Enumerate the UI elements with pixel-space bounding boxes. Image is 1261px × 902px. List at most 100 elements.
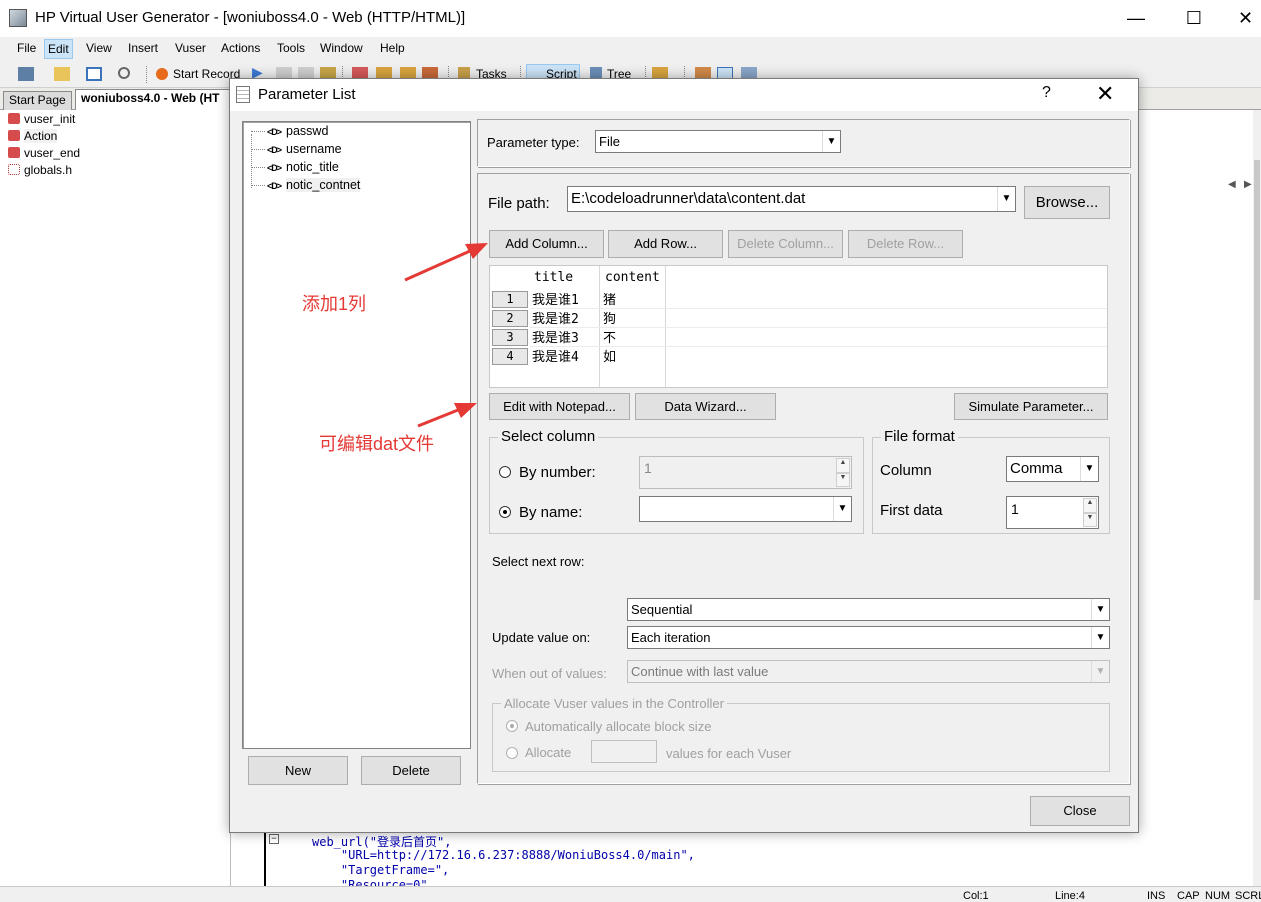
table-cell-title[interactable]: 我是谁1 — [532, 289, 579, 308]
parameter-type-select[interactable]: File ▼ — [595, 130, 841, 153]
chevron-down-icon: ▼ — [833, 497, 851, 521]
action-label: vuser_init — [24, 112, 76, 126]
add-row-button[interactable]: Add Row... — [608, 230, 723, 258]
menu-tools[interactable]: Tools — [277, 41, 305, 55]
new-script-icon[interactable] — [18, 67, 34, 81]
param-label: notic_contnet — [286, 178, 361, 192]
run-icon[interactable]: ▶ — [252, 64, 268, 80]
close-window-button[interactable]: ✕ — [1230, 6, 1261, 30]
table-cell-title[interactable]: 我是谁3 — [532, 327, 579, 346]
parameter-icon: <D> — [267, 145, 282, 155]
data-wizard-button[interactable]: Data Wizard... — [635, 393, 776, 420]
tab-start-page[interactable]: Start Page — [3, 91, 72, 110]
table-cell-content[interactable]: 如 — [603, 346, 616, 365]
code-line: "TargetFrame=", — [312, 863, 450, 877]
parameter-type-value: File — [599, 134, 620, 149]
collapse-block-icon[interactable]: − — [269, 834, 279, 844]
table-cell-title[interactable]: 我是谁2 — [532, 308, 579, 327]
delete-parameter-button[interactable]: Delete — [361, 756, 461, 785]
select-next-row-select[interactable]: Sequential ▼ — [627, 598, 1110, 621]
update-value-select[interactable]: Each iteration ▼ — [627, 626, 1110, 649]
vugen-app-icon — [9, 9, 27, 27]
table-cell-content[interactable]: 猪 — [603, 289, 616, 308]
select-next-row-value: Sequential — [631, 602, 693, 617]
open-folder-icon[interactable] — [54, 67, 70, 81]
action-item-globals[interactable]: globals.h — [8, 163, 72, 177]
column-header-content[interactable]: content — [605, 270, 660, 285]
menu-view[interactable]: View — [86, 41, 112, 55]
menu-edit[interactable]: Edit — [44, 39, 73, 59]
table-cell-content[interactable]: 狗 — [603, 308, 616, 327]
title-bar: HP Virtual User Generator - [woniuboss4.… — [0, 0, 1261, 37]
action-icon — [8, 147, 20, 158]
chevron-down-icon: ▼ — [1091, 599, 1109, 620]
first-data-label: First data — [880, 502, 943, 519]
menu-window[interactable]: Window — [320, 41, 363, 55]
tab-scroll-arrows[interactable]: ◀ ▶ — [1228, 179, 1252, 190]
column-header-title[interactable]: title — [534, 270, 573, 285]
parameter-data-grid[interactable]: title content 1 我是谁1 猪 2 我是谁2 狗 3 我是谁3 不… — [489, 265, 1108, 388]
simulate-parameter-button[interactable]: Simulate Parameter... — [954, 393, 1108, 420]
toolbar-separator — [146, 66, 147, 83]
maximize-button[interactable]: ☐ — [1171, 6, 1217, 30]
allocate-label: Allocate — [525, 745, 572, 760]
save-icon[interactable] — [86, 67, 102, 81]
actions-tree: vuser_init Action vuser_end globals.h — [3, 110, 231, 886]
by-number-radio[interactable] — [499, 466, 511, 478]
param-node-notic-title[interactable]: <D> notic_title — [251, 160, 339, 174]
chevron-down-icon: ▼ — [1091, 661, 1109, 682]
status-bar: Col:1 Line:4 INS CAP NUM SCRL — [0, 886, 1261, 902]
param-node-username[interactable]: <D> username — [251, 142, 342, 156]
editor-vertical-scrollbar[interactable] — [1253, 110, 1261, 886]
close-dialog-button[interactable]: Close — [1030, 796, 1130, 826]
select-column-title: Select column — [498, 428, 599, 445]
action-item-vuser-init[interactable]: vuser_init — [8, 112, 75, 126]
help-button[interactable]: ? — [1042, 84, 1051, 102]
menu-vuser[interactable]: Vuser — [175, 41, 206, 55]
row-number[interactable]: 4 — [492, 348, 528, 365]
menu-help[interactable]: Help — [380, 41, 405, 55]
first-data-spinner[interactable]: 1 ▲ ▼ — [1006, 496, 1099, 529]
dialog-title: Parameter List — [258, 86, 356, 103]
row-number[interactable]: 3 — [492, 329, 528, 346]
script-editor[interactable]: − web_url("登录后首页", "URL=http://172.16.6.… — [264, 832, 1254, 892]
new-parameter-button[interactable]: New — [248, 756, 348, 785]
by-number-spinner: 1 ▲ ▼ — [639, 456, 852, 489]
by-name-radio[interactable] — [499, 506, 511, 518]
param-label: passwd — [286, 124, 329, 138]
by-name-select[interactable]: ▼ — [639, 496, 852, 522]
row-divider — [530, 327, 1107, 328]
browse-button[interactable]: Browse... — [1024, 186, 1110, 219]
action-item-vuser-end[interactable]: vuser_end — [8, 146, 80, 160]
dialog-close-x-button[interactable]: ✕ — [1096, 81, 1114, 107]
row-number[interactable]: 2 — [492, 310, 528, 327]
parameter-icon: <D> — [267, 127, 282, 137]
menu-actions[interactable]: Actions — [221, 41, 260, 55]
find-icon[interactable] — [118, 67, 130, 79]
table-cell-title[interactable]: 我是谁4 — [532, 346, 579, 365]
menu-bar: File Edit View Insert Vuser Actions Tool… — [0, 37, 1261, 61]
table-cell-content[interactable]: 不 — [603, 327, 616, 346]
spin-up-icon[interactable]: ▲ — [1083, 498, 1097, 513]
column-delimiter-select[interactable]: Comma ▼ — [1006, 456, 1099, 482]
column-format-label: Column — [880, 462, 932, 479]
spin-down-icon[interactable]: ▼ — [1083, 512, 1097, 527]
record-icon[interactable] — [156, 68, 168, 80]
scrollbar-thumb[interactable] — [1254, 160, 1260, 600]
menu-file[interactable]: File — [17, 41, 36, 55]
minimize-button[interactable]: — — [1113, 6, 1159, 30]
param-node-passwd[interactable]: <D> passwd — [251, 124, 328, 138]
action-item-action[interactable]: Action — [8, 129, 58, 143]
window-title: HP Virtual User Generator - [woniuboss4.… — [35, 9, 466, 26]
action-icon — [8, 130, 20, 141]
row-number[interactable]: 1 — [492, 291, 528, 308]
edit-with-notepad-button[interactable]: Edit with Notepad... — [489, 393, 630, 420]
first-data-value: 1 — [1011, 501, 1019, 517]
add-column-button[interactable]: Add Column... — [489, 230, 604, 258]
tab-woniuboss-script[interactable]: woniuboss4.0 - Web (HT — [75, 89, 237, 110]
param-node-notic-contnet[interactable]: <D> notic_contnet — [251, 178, 361, 192]
action-icon — [8, 113, 20, 124]
menu-insert[interactable]: Insert — [128, 41, 158, 55]
file-path-combo[interactable]: E:\codeloadrunner\data\content.dat ▼ — [567, 186, 1016, 212]
auto-allocate-radio — [506, 720, 518, 732]
